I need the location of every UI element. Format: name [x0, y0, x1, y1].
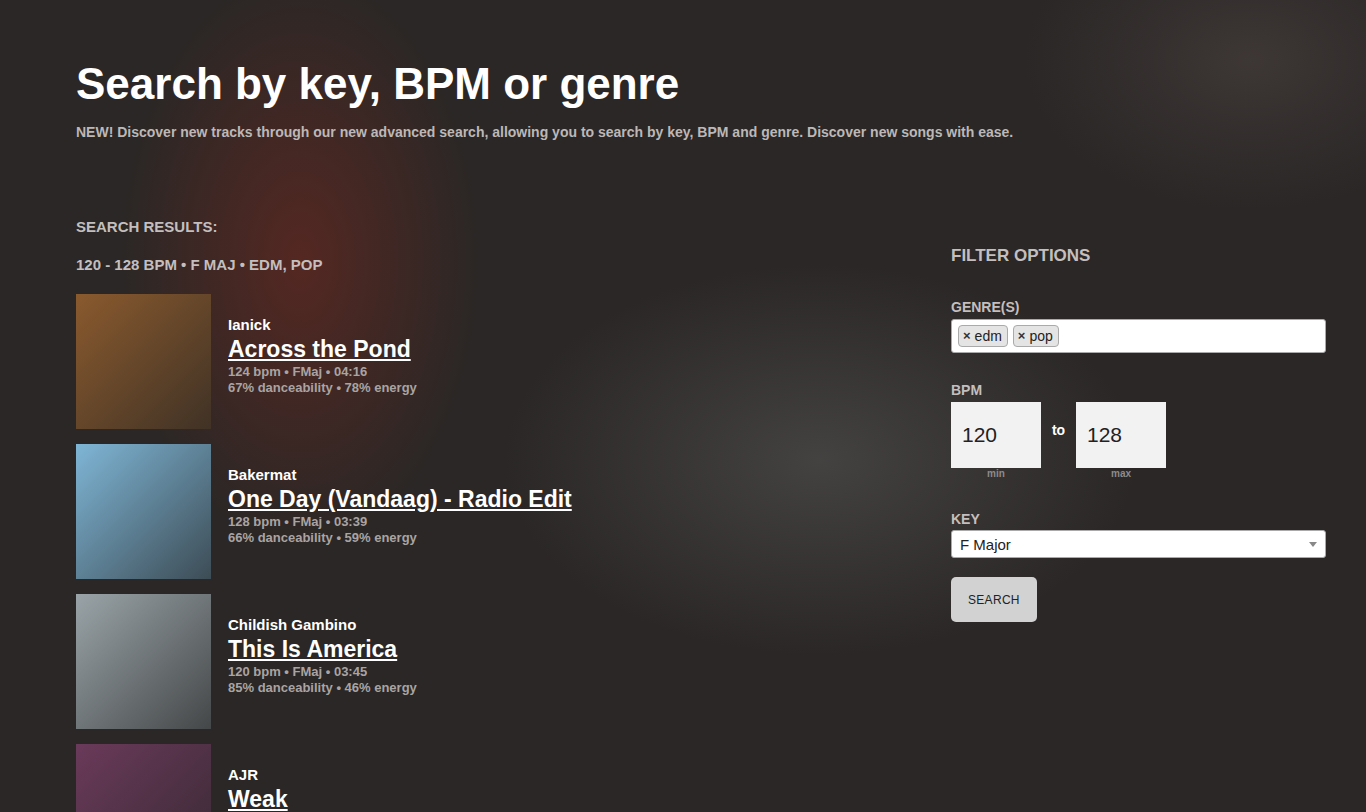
album-art[interactable] — [76, 444, 211, 579]
page: Search by key, BPM or genre NEW! Discover… — [0, 0, 1366, 812]
track-artist: Childish Gambino — [228, 616, 417, 634]
track-stats: 66% danceability • 59% energy — [228, 530, 572, 546]
page-subtitle: NEW! Discover new tracks through our new… — [76, 122, 1326, 142]
album-art[interactable] — [76, 294, 211, 429]
bpm-min-input[interactable]: 120 — [951, 402, 1041, 468]
bpm-label: BPM — [951, 381, 1326, 399]
track-title[interactable]: One Day (Vandaag) - Radio Edit — [228, 484, 572, 514]
key-label: KEY — [951, 510, 1326, 528]
dropdown-arrow-icon — [1309, 542, 1317, 547]
track-meta: 120 bpm • FMaj • 03:45 — [228, 664, 417, 680]
track-title[interactable]: Across the Pond — [228, 334, 417, 364]
track-info: Childish GambinoThis Is America120 bpm •… — [228, 594, 417, 729]
filter-panel: FILTER OPTIONS GENRE(S) ×edm×pop BPM 120min t… — [951, 218, 1326, 812]
genre-chip: ×edm — [958, 325, 1008, 347]
track-artist: Ianick — [228, 316, 417, 334]
track-stats: 85% danceability • 46% energy — [228, 680, 417, 696]
main: SEARCH RESULTS: 120 - 128 BPM • F MAJ • E… — [76, 218, 1326, 812]
track-meta: 124 bpm • FMaj • 04:16 — [228, 364, 417, 380]
track-row: AJRWeak — [76, 744, 951, 812]
track-info: IanickAcross the Pond124 bpm • FMaj • 04… — [228, 294, 417, 429]
track-list: IanickAcross the Pond124 bpm • FMaj • 04… — [76, 294, 951, 812]
track-row: Childish GambinoThis Is America120 bpm •… — [76, 594, 951, 729]
track-info: BakermatOne Day (Vandaag) - Radio Edit12… — [228, 444, 572, 579]
bpm-row: 120min to 128max — [951, 402, 1326, 480]
album-art[interactable] — [76, 744, 211, 812]
page-title: Search by key, BPM or genre — [76, 56, 1326, 112]
search-button[interactable]: SEARCH — [951, 577, 1037, 622]
track-row: BakermatOne Day (Vandaag) - Radio Edit12… — [76, 444, 951, 579]
results: SEARCH RESULTS: 120 - 128 BPM • F MAJ • E… — [76, 218, 951, 812]
results-heading: SEARCH RESULTS: — [76, 218, 951, 236]
track-info: AJRWeak — [228, 744, 288, 812]
track-row: IanickAcross the Pond124 bpm • FMaj • 04… — [76, 294, 951, 429]
results-summary: 120 - 128 BPM • F MAJ • EDM, POP — [76, 256, 951, 274]
key-select[interactable]: F Major — [951, 530, 1326, 558]
track-artist: Bakermat — [228, 466, 572, 484]
chip-remove-button[interactable]: × — [963, 326, 971, 346]
genre-field[interactable]: ×edm×pop — [951, 319, 1326, 353]
track-stats: 67% danceability • 78% energy — [228, 380, 417, 396]
album-art[interactable] — [76, 594, 211, 729]
bpm-separator: to — [1051, 402, 1066, 438]
chip-remove-button[interactable]: × — [1018, 326, 1026, 346]
track-title[interactable]: Weak — [228, 784, 288, 812]
genre-label: GENRE(S) — [951, 298, 1326, 316]
bpm-max-label: max — [1111, 468, 1131, 480]
track-title[interactable]: This Is America — [228, 634, 417, 664]
bpm-max-input[interactable]: 128 — [1076, 402, 1166, 468]
bpm-min-group: 120min — [951, 402, 1041, 480]
track-artist: AJR — [228, 766, 288, 784]
track-meta: 128 bpm • FMaj • 03:39 — [228, 514, 572, 530]
genre-chip: ×pop — [1013, 325, 1059, 347]
bpm-max-group: 128max — [1076, 402, 1166, 480]
bpm-min-label: min — [987, 468, 1005, 480]
filter-heading: FILTER OPTIONS — [951, 246, 1326, 266]
